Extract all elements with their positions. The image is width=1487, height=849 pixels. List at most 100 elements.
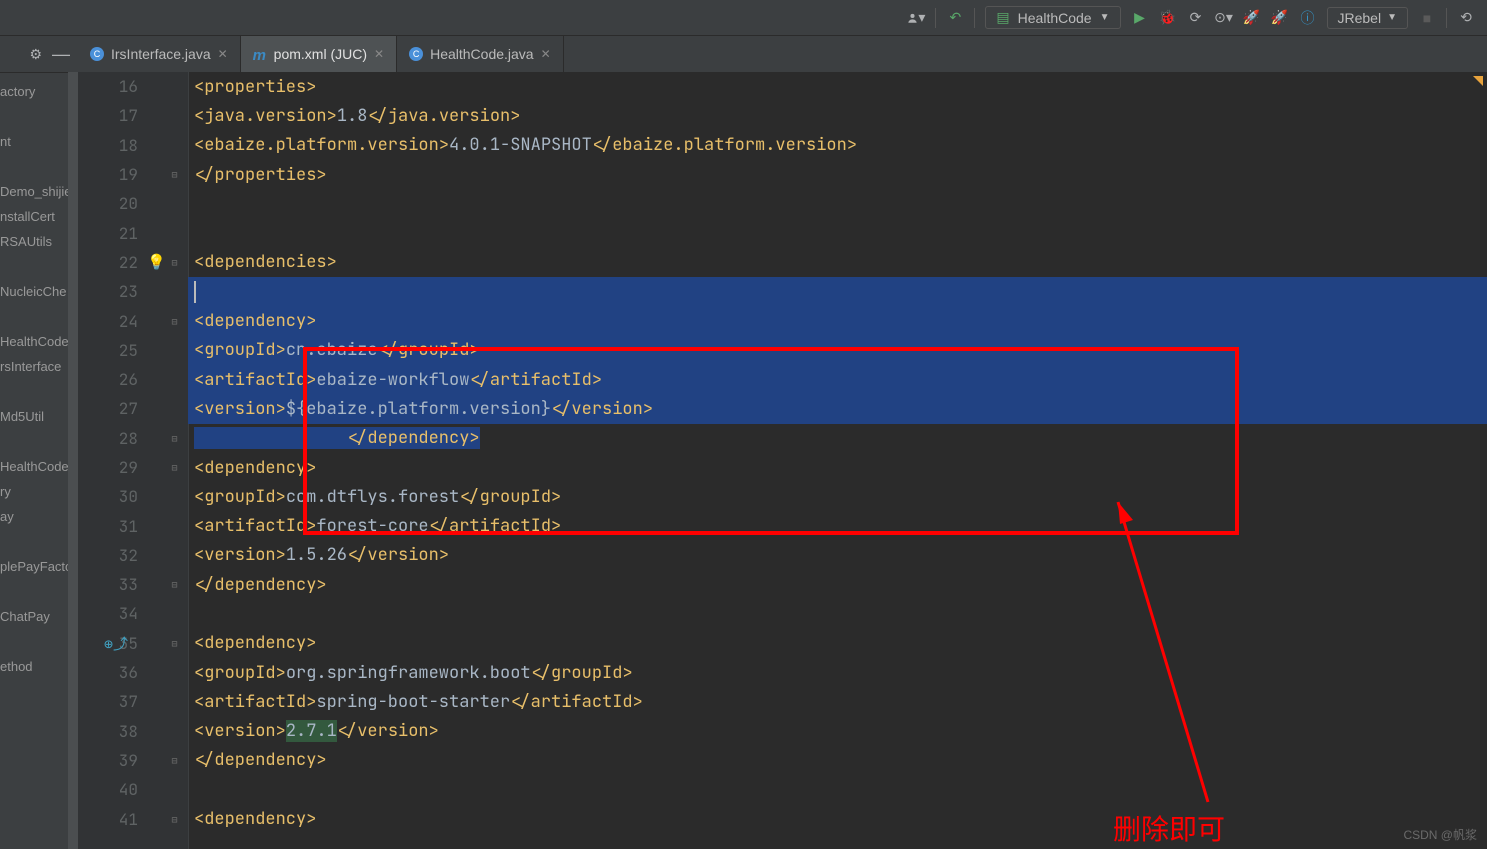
code-line[interactable]: <artifactId>forest-core</artifactId> [188,511,1487,540]
structure-item[interactable]: nstallCert [0,204,78,229]
code-line[interactable]: </properties> [188,160,1487,189]
line-number[interactable]: 22⊟💡 [78,248,188,277]
line-number[interactable]: 19⊟ [78,160,188,189]
line-number[interactable]: 37 [78,687,188,716]
code-line[interactable]: </dependency> [188,746,1487,775]
code-line[interactable]: <java.version>1.8</java.version> [188,101,1487,130]
structure-item[interactable]: plePayFacto [0,554,78,579]
line-number[interactable]: 33⊟ [78,570,188,599]
structure-item[interactable] [0,104,78,129]
structure-item[interactable]: Md5Util [0,404,78,429]
fold-icon[interactable]: ⊟ [169,638,180,649]
structure-item[interactable] [0,379,78,404]
line-number[interactable]: 17 [78,101,188,130]
close-icon[interactable]: ✕ [541,47,551,61]
line-number[interactable]: 18 [78,131,188,160]
close-icon[interactable]: ✕ [374,47,384,61]
code-line[interactable]: <dependency> [188,306,1487,335]
code-line[interactable]: </dependency> [188,424,1487,453]
run-config-selector[interactable]: ▤ HealthCode ▼ [985,6,1120,29]
code-line[interactable]: <groupId>com.dtflys.forest</groupId> [188,482,1487,511]
nav-icon[interactable]: ⊕⤴ [104,633,128,654]
code-line[interactable]: <dependency> [188,453,1487,482]
code-line[interactable]: <version>1.5.26</version> [188,541,1487,570]
line-number[interactable]: 28⊟ [78,424,188,453]
line-number[interactable]: 29⊟ [78,453,188,482]
line-number[interactable]: 27 [78,394,188,423]
line-number[interactable]: 21 [78,218,188,247]
line-number[interactable]: 31 [78,511,188,540]
fold-icon[interactable]: ⊟ [169,814,180,825]
fold-icon[interactable]: ⊟ [169,579,180,590]
line-number[interactable]: 32 [78,541,188,570]
code-area[interactable]: <properties> <java.version>1.8</java.ver… [188,72,1487,849]
editor-tab[interactable]: CIrsInterface.java✕ [78,36,241,72]
fold-icon[interactable]: ⊟ [169,433,180,444]
structure-item[interactable] [0,254,78,279]
code-line[interactable]: <dependency> [188,804,1487,833]
help-icon[interactable]: ⓘ [1299,9,1317,27]
gear-icon[interactable]: ⚙ [29,46,42,63]
structure-item[interactable] [0,629,78,654]
fold-icon[interactable]: ⊟ [169,316,180,327]
structure-item[interactable]: NucleicChe [0,279,78,304]
line-number[interactable]: 38 [78,717,188,746]
structure-item[interactable]: ry [0,479,78,504]
code-line[interactable] [188,599,1487,628]
run-icon[interactable]: ▶ [1131,9,1149,27]
structure-item[interactable]: ChatPay [0,604,78,629]
line-number[interactable]: 36 [78,658,188,687]
jrebel-dropdown[interactable]: JRebel ▼ [1327,7,1409,29]
line-number[interactable]: 34 [78,599,188,628]
stop-icon[interactable]: ■ [1418,9,1436,27]
line-number[interactable]: 24⊟ [78,306,188,335]
structure-item[interactable]: actory [0,79,78,104]
profile-icon[interactable]: ⊙▾ [1215,9,1233,27]
line-number[interactable]: 25 [78,336,188,365]
structure-item[interactable]: rsInterface [0,354,78,379]
scrollbar[interactable] [68,72,78,849]
close-icon[interactable]: ✕ [218,47,228,61]
code-line[interactable]: <artifactId>ebaize-workflow</artifactId> [188,365,1487,394]
structure-item[interactable] [0,529,78,554]
code-line[interactable] [188,189,1487,218]
structure-item[interactable]: nt [0,129,78,154]
line-number[interactable]: 41⊟ [78,804,188,833]
user-icon[interactable]: ▾ [907,9,925,27]
structure-item[interactable] [0,579,78,604]
code-line[interactable]: <artifactId>spring-boot-starter</artifac… [188,687,1487,716]
code-line[interactable]: <ebaize.platform.version>4.0.1-SNAPSHOT<… [188,131,1487,160]
structure-item[interactable] [0,304,78,329]
line-number[interactable]: 16 [78,72,188,101]
editor-tab[interactable]: mpom.xml (JUC)✕ [241,36,397,72]
debug-icon[interactable]: 🐞 [1159,9,1177,27]
code-line[interactable]: </dependency> [188,570,1487,599]
code-line[interactable]: <dependencies> [188,248,1487,277]
structure-item[interactable]: HealthCode [0,329,78,354]
structure-item[interactable] [0,154,78,179]
code-line[interactable]: <dependency> [188,629,1487,658]
fold-icon[interactable]: ⊟ [169,462,180,473]
line-number[interactable]: 39⊟ [78,746,188,775]
code-line[interactable] [188,277,1487,306]
code-line[interactable]: <version>${ebaize.platform.version}</ver… [188,394,1487,423]
coverage-icon[interactable]: ⟳ [1187,9,1205,27]
structure-item[interactable] [0,429,78,454]
line-number[interactable]: 40 [78,775,188,804]
fold-icon[interactable]: ⊟ [169,257,180,268]
fold-icon[interactable]: ⊟ [169,169,180,180]
code-line[interactable] [188,775,1487,804]
line-number[interactable]: 26 [78,365,188,394]
code-line[interactable]: <version>2.7.1</version> [188,717,1487,746]
structure-item[interactable]: RSAUtils [0,229,78,254]
line-number[interactable]: 35⊟⊕⤴ [78,629,188,658]
line-number[interactable]: 20 [78,189,188,218]
hide-icon[interactable]: — [52,45,70,63]
line-number[interactable]: 30 [78,482,188,511]
jrebel-run-icon[interactable]: 🚀 [1243,9,1261,27]
line-number[interactable]: 23 [78,277,188,306]
update-icon[interactable]: ⟲ [1457,9,1475,27]
code-line[interactable]: <groupId>org.springframework.boot</group… [188,658,1487,687]
structure-item[interactable]: ethod [0,654,78,679]
fold-icon[interactable]: ⊟ [169,755,180,766]
